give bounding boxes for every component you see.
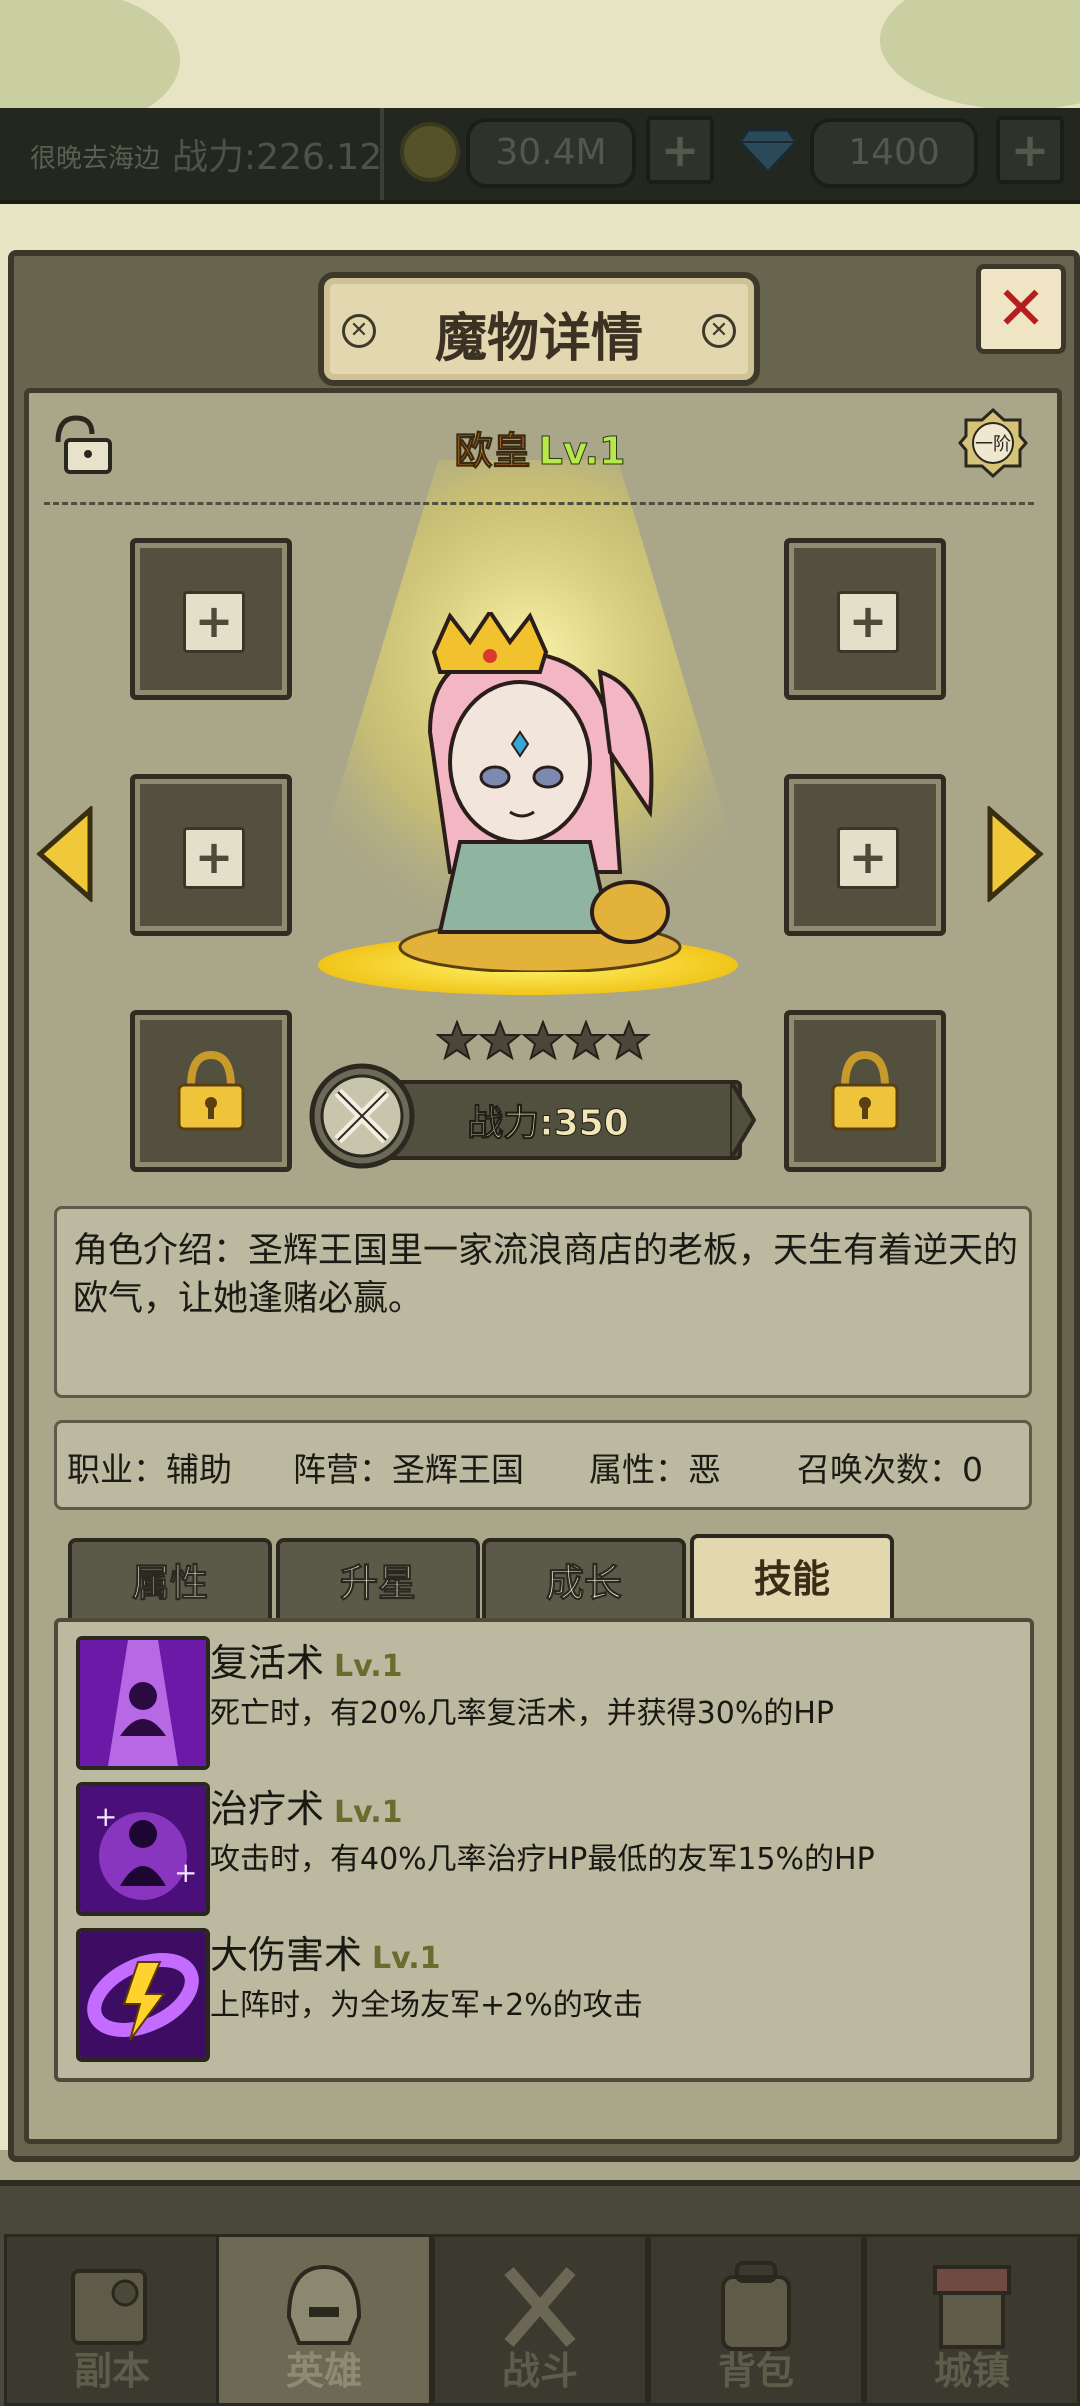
crossed-swords-icon [309,1063,415,1169]
hero-level: Lv.1 [538,429,626,474]
rank-badge[interactable]: 一阶 [958,407,1028,479]
nav-label: 英雄 [285,2349,362,2393]
skill-description: 上阵时，为全场友军+2%的攻击 [210,1988,643,2023]
summon-count: 召唤次数：0 [797,1450,983,1489]
title-plate: ✕ 魔物详情 ✕ [318,272,760,386]
divider [380,108,384,200]
nav-dungeon[interactable]: 副本 [4,2234,220,2406]
diamond-icon [738,128,798,174]
locked-slot[interactable] [130,1010,292,1172]
skill-level: Lv.1 [372,1941,441,1976]
hero-name: 欧皇 [454,429,531,474]
divider [44,502,1034,505]
top-status-bar: 很晚去海边 战力:226.12 30.4M + 1400 + [0,108,1080,204]
add-equip-icon: + [183,591,245,653]
close-button[interactable]: ✕ [976,264,1066,354]
padlock-icon [177,1050,245,1131]
locked-slot[interactable] [784,1010,946,1172]
rank-badge-label: 一阶 [975,434,1011,455]
tab-skills[interactable]: 技能 [690,1534,894,1624]
hero-camp: 阵营：圣辉王国 [293,1450,524,1489]
nav-label: 背包 [717,2349,794,2393]
add-equip-icon: + [837,827,899,889]
skill-description: 攻击时，有40%几率治疗HP最低的友军15%的HP [210,1842,875,1877]
nav-town[interactable]: 城镇 [864,2234,1080,2406]
player-power: 战力:226.12 [172,137,383,178]
nav-battle[interactable]: 战斗 [432,2234,648,2406]
skill-name: 治疗术 [210,1787,325,1831]
ornament-icon: ✕ [702,314,736,348]
equip-slot[interactable]: + [130,774,292,936]
add-gems-button[interactable]: + [996,116,1064,184]
skill-name: 复活术 [210,1641,325,1685]
dialog-title: 魔物详情 [434,309,643,369]
nav-heroes[interactable]: 英雄 [216,2234,432,2406]
svg-text:+: + [174,1856,197,1889]
damage-skill-icon [76,1928,210,2062]
nav-label: 战斗 [501,2349,578,2393]
gem-amount: 1400 [810,118,978,188]
nav-label: 城镇 [933,2349,1010,2393]
add-equip-icon: + [837,591,899,653]
close-icon: ✕ [995,274,1047,344]
player-name: 很晚去海边 [30,144,161,174]
skill-level: Lv.1 [334,1649,403,1684]
revive-skill-icon [76,1636,210,1770]
hero-description: 角色介绍：圣辉王国里一家流浪商店的老板，天生有着逆天的欧气，让她逢赌必赢。 [73,1231,1019,1319]
hero-title: 欧皇 Lv.1 [0,420,1080,475]
skill-name: 大伤害术 [210,1933,363,1977]
hero-portrait [398,612,682,972]
equip-slot[interactable]: + [784,774,946,936]
heal-skill-icon: + + [76,1782,210,1916]
hero-description-box: 角色介绍：圣辉王国里一家流浪商店的老板，天生有着逆天的欧气，让她逢赌必赢。 [54,1206,1032,1398]
nav-backpack[interactable]: 背包 [648,2234,864,2406]
prev-hero-arrow-icon[interactable] [36,806,94,902]
next-hero-arrow-icon[interactable] [986,806,1044,902]
padlock-icon [831,1050,899,1131]
svg-text:+: + [94,1800,117,1833]
tab-attributes[interactable]: 属性 [68,1538,272,1624]
gold-amount: 30.4M [466,118,636,188]
tab-star-up[interactable]: 升星 [276,1538,480,1624]
skill-level: Lv.1 [334,1795,403,1830]
hero-role: 职业：辅助 [67,1450,232,1489]
equip-slot[interactable]: + [130,538,292,700]
equip-slot[interactable]: + [784,538,946,700]
tab-growth[interactable]: 成长 [482,1538,686,1624]
hero-info-row: 职业：辅助 阵营：圣辉王国 属性：恶 召唤次数：0 [54,1420,1032,1510]
hero-attribute: 属性：恶 [589,1450,721,1489]
skills-list: 复活术 Lv.1 死亡时，有20%几率复活术，并获得30%的HP + + 治疗术 L… [54,1618,1034,2082]
gold-coin-icon [400,122,460,182]
skill-description: 死亡时，有20%几率复活术，并获得30%的HP [210,1696,835,1731]
add-gold-button[interactable]: + [646,116,714,184]
power-bar-tip [730,1080,756,1160]
nav-label: 副本 [73,2349,150,2393]
star-rating [436,1020,651,1061]
add-equip-icon: + [183,827,245,889]
